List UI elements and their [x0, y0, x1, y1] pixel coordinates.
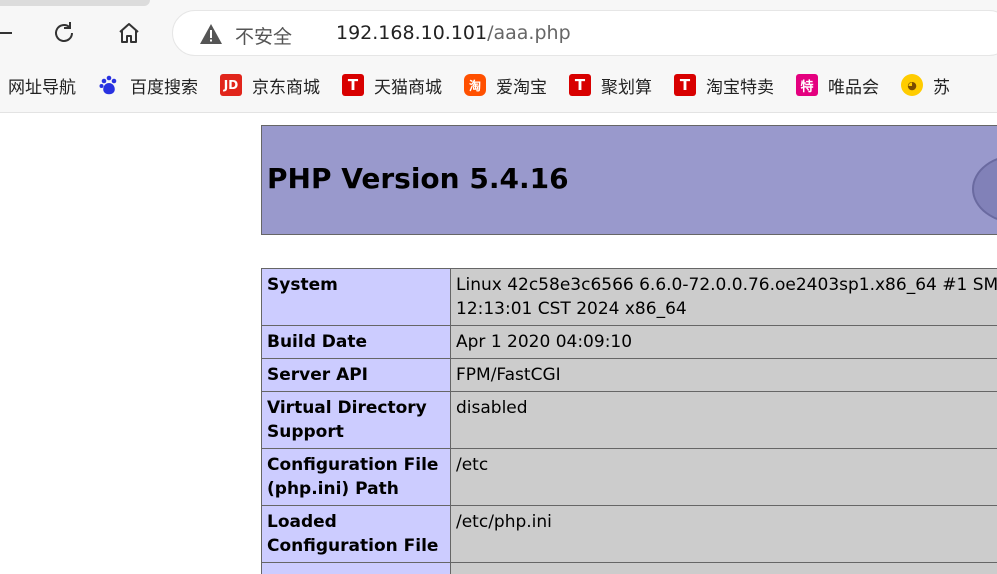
suning-icon: ◕: [901, 74, 923, 96]
bookmark-jd[interactable]: JD 京东商城: [220, 66, 320, 104]
php-logo-icon: [970, 154, 997, 220]
bookmark-label: 百度搜索: [130, 77, 198, 98]
table-row: Configuration File (php.ini) Path /etc: [261, 448, 997, 506]
row-key: Loaded Configuration File: [261, 505, 451, 563]
row-value: disabled: [450, 391, 997, 449]
bookmark-label: 爱淘宝: [496, 77, 547, 98]
reload-icon: [55, 22, 73, 42]
bookmark-site-nav[interactable]: 网址导航: [8, 66, 76, 104]
table-row: Build Date Apr 1 2020 04:09:10: [261, 325, 997, 359]
address-bar[interactable]: 不安全 192.168.10.101/aaa.php: [172, 10, 997, 56]
tmall-icon: T: [342, 74, 364, 96]
bookmark-tmall[interactable]: T 天猫商城: [342, 66, 442, 104]
row-value: Linux 42c58e3c6566 6.6.0-72.0.0.76.oe240…: [450, 268, 997, 326]
reload-button[interactable]: [45, 14, 83, 52]
bookmark-vip[interactable]: 特 唯品会: [796, 66, 879, 104]
tab-strip-edge: [0, 0, 150, 6]
bookmark-juhuasuan[interactable]: T 聚划算: [569, 66, 652, 104]
row-key: Build Date: [261, 325, 451, 359]
bookmark-label: 聚划算: [601, 77, 652, 98]
vip-icon: 特: [796, 74, 818, 96]
back-button[interactable]: [0, 14, 24, 52]
table-row: Virtual Directory Support disabled: [261, 391, 997, 449]
row-value: /etc/php.ini: [450, 505, 997, 563]
page-title: PHP Version 5.4.16: [267, 162, 569, 195]
table-row: Server API FPM/FastCGI: [261, 358, 997, 392]
table-row: Loaded Configuration File /etc/php.ini: [261, 505, 997, 563]
table-row: [261, 562, 997, 574]
row-value: /etc: [450, 448, 997, 506]
url-path: /aaa.php: [487, 22, 571, 44]
url-text[interactable]: 192.168.10.101/aaa.php: [336, 22, 571, 44]
bookmark-label: 天猫商城: [374, 77, 442, 98]
bookmark-label: 京东商城: [252, 77, 320, 98]
taobao-temai-icon: T: [674, 74, 696, 96]
home-button[interactable]: [110, 14, 148, 52]
bookmark-label: 淘宝特卖: [706, 77, 774, 98]
jd-icon: JD: [220, 74, 242, 96]
row-key: [261, 562, 451, 574]
bookmark-label: 唯品会: [828, 77, 879, 98]
phpinfo-table: System Linux 42c58e3c6566 6.6.0-72.0.0.7…: [261, 268, 997, 574]
bookmark-baidu[interactable]: 百度搜索: [98, 66, 198, 104]
php-version-header: PHP Version 5.4.16: [261, 125, 997, 235]
bookmark-label: 网址导航: [8, 77, 76, 98]
taobao-icon: 淘: [464, 74, 486, 96]
juhuasuan-icon: T: [569, 74, 591, 96]
row-value: [450, 562, 997, 574]
home-icon: [119, 23, 139, 43]
security-status-label[interactable]: 不安全: [235, 22, 292, 49]
bookmark-taobao-temai[interactable]: T 淘宝特卖: [674, 66, 774, 104]
back-arrow-icon: [0, 32, 12, 34]
row-value: Apr 1 2020 04:09:10: [450, 325, 997, 359]
table-row: System Linux 42c58e3c6566 6.6.0-72.0.0.7…: [261, 268, 997, 326]
url-host: 192.168.10.101: [336, 22, 488, 44]
baidu-paw-icon: [98, 74, 120, 96]
row-key: Virtual Directory Support: [261, 391, 451, 449]
row-key: Server API: [261, 358, 451, 392]
warning-triangle-icon[interactable]: [199, 23, 223, 49]
browser-toolbar: 不安全 192.168.10.101/aaa.php 网址导航 百度搜索 JD …: [0, 0, 997, 113]
row-key: Configuration File (php.ini) Path: [261, 448, 451, 506]
bookmark-aitaobao[interactable]: 淘 爱淘宝: [464, 66, 547, 104]
bookmarks-bar: 网址导航 百度搜索 JD 京东商城 T 天猫商城 淘 爱淘宝 T 聚划算 T 淘…: [0, 66, 972, 104]
row-value: FPM/FastCGI: [450, 358, 997, 392]
page-content: PHP Version 5.4.16 System Linux 42c58e3c…: [0, 113, 997, 574]
row-key: System: [261, 268, 451, 326]
bookmark-label: 苏: [933, 77, 950, 98]
bookmark-suning[interactable]: ◕ 苏: [901, 66, 950, 104]
